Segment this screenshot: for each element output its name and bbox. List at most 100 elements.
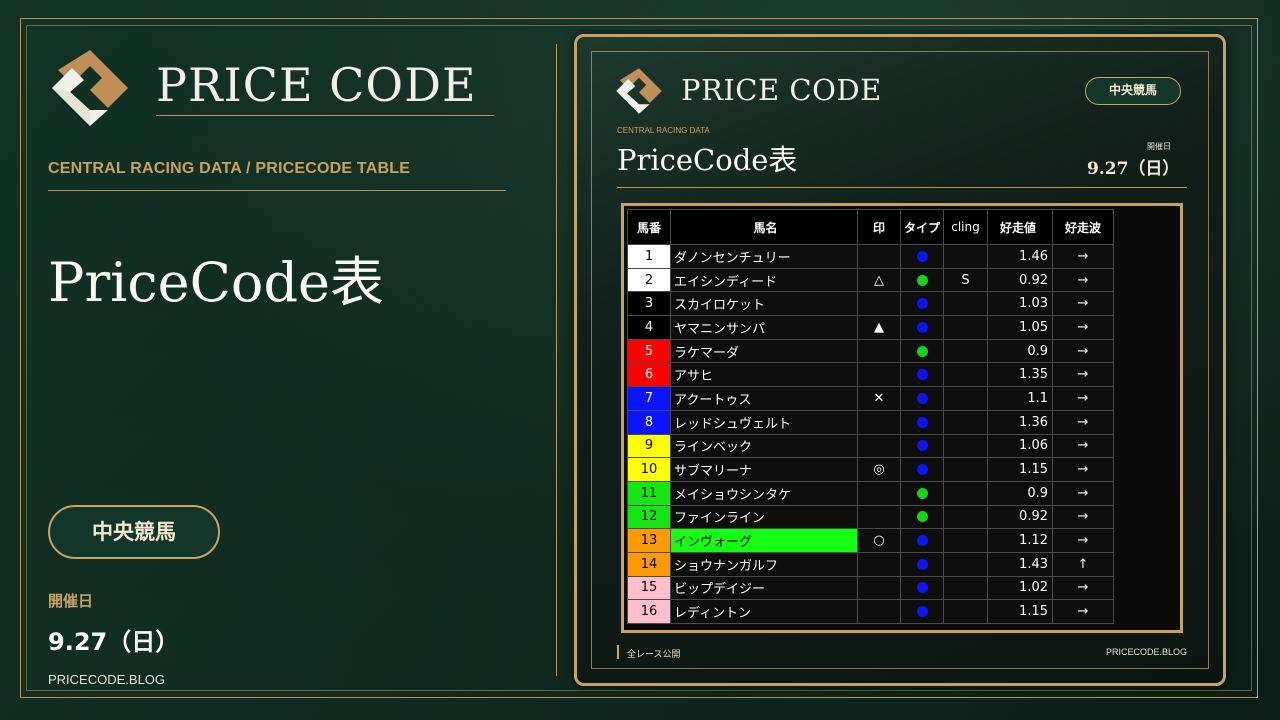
horse-number-cell: 13 — [627, 528, 671, 553]
header-wave: 好走波 — [1052, 209, 1114, 245]
blue-type-dot-icon — [916, 535, 928, 547]
horse-number-cell: 2 — [627, 267, 671, 293]
table-row: 2 エイシンディード △ S 0.92 → — [627, 267, 1114, 293]
mark-cell — [857, 244, 901, 269]
cling-cell — [943, 409, 988, 435]
horse-number-cell: 15 — [627, 575, 671, 601]
header-type: タイプ — [900, 209, 944, 245]
mark-cell — [857, 551, 901, 577]
table-row: 4 ヤマニンサンパ ▲ 1.05 → — [627, 315, 1114, 340]
horse-name-cell: アサヒ — [670, 362, 858, 388]
green-type-dot-icon — [916, 511, 928, 523]
cling-cell — [943, 457, 988, 482]
table-row: 9 ラインベック 1.06 → — [627, 433, 1114, 459]
cling-cell — [943, 575, 988, 601]
score-cell: 1.1 — [987, 386, 1053, 411]
header-cling: cling — [943, 209, 988, 245]
card-date-label: 開催日 — [1147, 142, 1171, 151]
horse-number-cell: 9 — [627, 433, 671, 459]
horse-name-cell: ヤマニンサンパ — [670, 315, 858, 340]
horse-name-cell: メイショウシンタケ — [670, 480, 858, 506]
card-logo-icon — [615, 67, 663, 115]
cling-cell — [943, 480, 988, 506]
date-label: 開催日 — [48, 592, 94, 610]
brand-logo-icon — [50, 48, 130, 128]
type-cell — [900, 599, 944, 624]
table-row: 5 ラケマーダ 0.9 → — [627, 338, 1114, 364]
mark-cell — [857, 504, 901, 530]
mark-cell: ○ — [857, 528, 901, 553]
table-row: 1 ダノンセンチュリー 1.46 → — [627, 244, 1114, 269]
cling-cell — [943, 291, 988, 317]
cling-cell — [943, 362, 988, 388]
wave-cell: → — [1052, 409, 1114, 435]
horse-name-cell: レディントン — [670, 599, 858, 624]
cling-cell — [943, 244, 988, 269]
type-cell — [900, 291, 944, 317]
table-row: 12 ファインライン 0.92 → — [627, 504, 1114, 530]
horse-number-cell: 12 — [627, 504, 671, 530]
wave-cell: → — [1052, 267, 1114, 293]
green-type-dot-icon — [916, 487, 928, 499]
mark-cell — [857, 291, 901, 317]
cling-cell — [943, 504, 988, 530]
mark-cell — [857, 575, 901, 601]
vertical-divider — [556, 44, 557, 676]
table-row: 10 サブマリーナ ◎ 1.15 → — [627, 457, 1114, 482]
cling-cell — [943, 433, 988, 459]
blue-type-dot-icon — [916, 321, 928, 333]
table-row: 8 レッドシュヴェルト 1.36 → — [627, 409, 1114, 435]
score-cell: 1.03 — [987, 291, 1053, 317]
cling-cell — [943, 315, 988, 340]
horse-name-cell: ラインベック — [670, 433, 858, 459]
wave-cell: → — [1052, 457, 1114, 482]
brand-underline — [156, 115, 494, 116]
mark-cell — [857, 409, 901, 435]
type-cell — [900, 244, 944, 269]
mark-cell — [857, 599, 901, 624]
wave-cell: → — [1052, 528, 1114, 553]
type-cell — [900, 551, 944, 577]
header-score: 好走値 — [987, 209, 1053, 245]
score-cell: 1.12 — [987, 528, 1053, 553]
blue-type-dot-icon — [916, 582, 928, 594]
horse-name-cell: アクートゥス — [670, 386, 858, 411]
page-title: PriceCode表 — [48, 251, 384, 314]
blue-type-dot-icon — [916, 369, 928, 381]
type-cell — [900, 338, 944, 364]
score-cell: 1.35 — [987, 362, 1053, 388]
horse-number-cell: 10 — [627, 457, 671, 482]
type-cell — [900, 409, 944, 435]
pricecode-table-frame: 馬番 馬名 印 タイプ cling 好走値 好走波 1 ダノンセンチュリー 1.46… — [621, 203, 1183, 633]
wave-cell: → — [1052, 575, 1114, 601]
table-row: 11 メイショウシンタケ 0.9 → — [627, 480, 1114, 506]
mark-cell: ◎ — [857, 457, 901, 482]
blue-type-dot-icon — [916, 440, 928, 452]
wave-cell: → — [1052, 291, 1114, 317]
mark-cell: ▲ — [857, 315, 901, 340]
pricecode-card: PRICE CODE 中央競馬 CENTRAL RACING DATA Pric… — [574, 34, 1226, 686]
header-mark: 印 — [857, 209, 901, 245]
horse-name-cell: ダノンセンチュリー — [670, 244, 858, 269]
cling-cell: S — [943, 267, 988, 293]
card-brand-name: PRICE CODE — [681, 73, 882, 107]
brand-name: PRICE CODE — [156, 58, 477, 112]
mark-cell: ✕ — [857, 386, 901, 411]
wave-cell: → — [1052, 504, 1114, 530]
horse-name-cell: ラケマーダ — [670, 338, 858, 364]
date-value: 9.27（日） — [48, 628, 180, 656]
wave-cell: → — [1052, 386, 1114, 411]
horse-name-cell: インヴォーグ — [670, 528, 858, 553]
type-cell — [900, 315, 944, 340]
horse-name-cell: スカイロケット — [670, 291, 858, 317]
mark-cell — [857, 480, 901, 506]
cling-cell — [943, 386, 988, 411]
card-title: PriceCode表 — [617, 143, 798, 177]
horse-number-cell: 11 — [627, 480, 671, 506]
horse-name-cell: サブマリーナ — [670, 457, 858, 482]
mark-cell: △ — [857, 267, 901, 293]
score-cell: 0.92 — [987, 504, 1053, 530]
table-row: 6 アサヒ 1.35 → — [627, 362, 1114, 388]
table-row: 13 インヴォーグ ○ 1.12 → — [627, 528, 1114, 553]
horse-name-cell: レッドシュヴェルト — [670, 409, 858, 435]
